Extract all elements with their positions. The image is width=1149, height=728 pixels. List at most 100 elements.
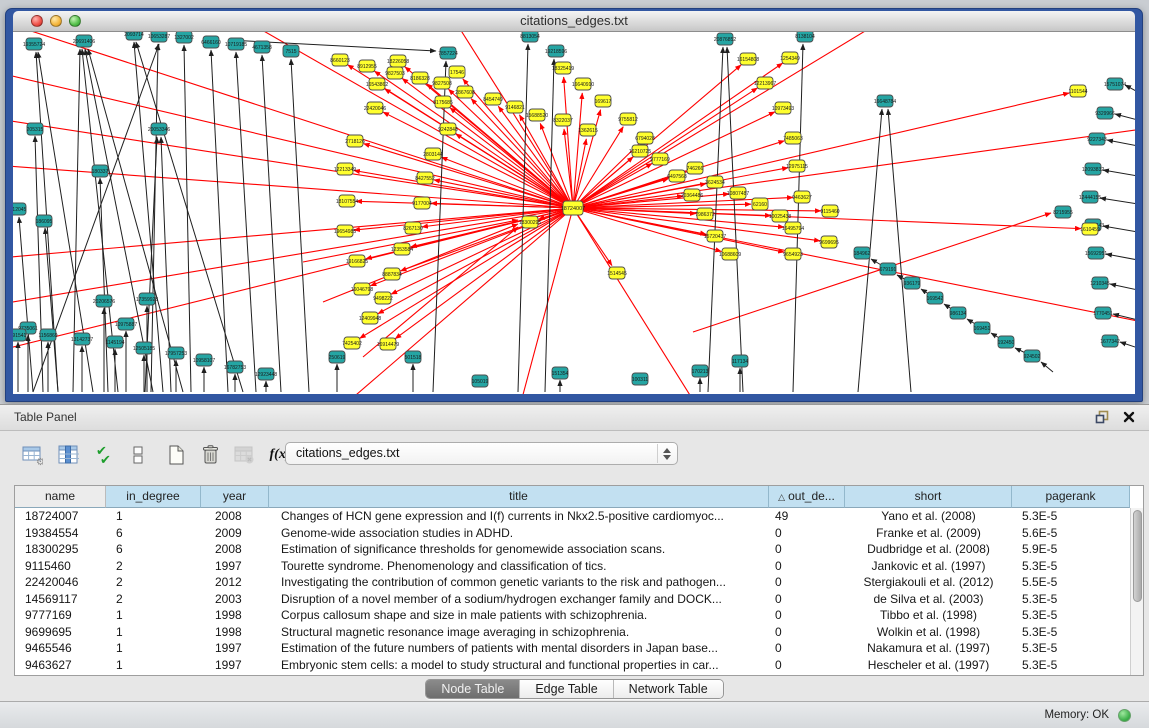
graph-node-12213967[interactable]: 12213967 <box>754 77 776 89</box>
cell-pagerank[interactable]: 5.9E-5 <box>1012 541 1130 558</box>
graph-node-9654923[interactable]: 9654923 <box>783 248 803 260</box>
cell-name[interactable]: 14569117 <box>15 591 106 608</box>
graph-node-8454749[interactable]: 8454749 <box>483 93 503 105</box>
cell-title[interactable]: Corpus callosum shape and size in male p… <box>269 607 769 624</box>
cell-out_degree[interactable]: 0 <box>769 640 845 657</box>
graph-node-6794028[interactable]: 6794028 <box>635 132 655 144</box>
window-titlebar[interactable]: citations_edges.txt <box>13 11 1135 32</box>
cell-pagerank[interactable]: 5.6E-5 <box>1012 525 1130 542</box>
cell-name[interactable]: 9115460 <box>15 558 106 575</box>
graph-node-7986372[interactable]: 7986372 <box>695 208 715 220</box>
column-header-year[interactable]: year <box>201 486 269 508</box>
graph-node-16648784[interactable]: 16648784 <box>874 95 896 107</box>
graph-node-100311[interactable]: 100311 <box>632 373 649 385</box>
graph-node-1514545[interactable]: 1514545 <box>607 267 627 279</box>
cell-name[interactable]: 22420046 <box>15 574 106 591</box>
cell-out_degree[interactable]: 0 <box>769 558 845 575</box>
cell-year[interactable]: 1997 <box>201 640 269 657</box>
graph-node-9463627[interactable]: 9463627 <box>792 191 812 203</box>
graph-node-8267130[interactable]: 8267130 <box>403 222 423 234</box>
graph-node-10719185[interactable]: 10719185 <box>225 38 247 50</box>
cell-in_degree[interactable]: 1 <box>106 508 201 525</box>
cell-title[interactable]: Estimation of the future numbers of pati… <box>269 640 769 657</box>
cell-short[interactable]: Wolkin et al. (1998) <box>845 624 1012 641</box>
graph-node-19218596[interactable]: 19218596 <box>545 45 567 57</box>
cell-title[interactable]: Tourette syndrome. Phenomenology and cla… <box>269 558 769 575</box>
graph-node-12505185[interactable]: 12505185 <box>133 342 155 354</box>
column-header-pagerank[interactable]: pagerank <box>1012 486 1130 508</box>
graph-node-9755812[interactable]: 9755812 <box>618 113 638 125</box>
cell-year[interactable]: 1997 <box>201 558 269 575</box>
cell-short[interactable]: Yano et al. (2008) <box>845 508 1012 525</box>
graph-node-105019[interactable]: 105019 <box>472 375 489 387</box>
cell-short[interactable]: Hescheler et al. (1997) <box>845 657 1012 674</box>
graph-node-2718126[interactable]: 2718126 <box>345 135 365 147</box>
graph-node-9242848[interactable]: 9242848 <box>438 123 458 135</box>
graph-node-169451[interactable]: 169451 <box>974 322 991 334</box>
graph-node-15688520[interactable]: 15688520 <box>526 109 548 121</box>
graph-node-6497568[interactable]: 6497568 <box>667 170 687 182</box>
graph-node-16154808[interactable]: 16154808 <box>737 53 759 65</box>
column-header-out_degree[interactable]: △out_de... <box>769 486 845 508</box>
graph-node-16543862[interactable]: 16543862 <box>366 78 388 90</box>
graph-node-1145194[interactable]: 1145194 <box>105 336 124 348</box>
graph-node-20206576[interactable]: 20206576 <box>93 295 115 307</box>
cell-short[interactable]: Nakamura et al. (1997) <box>845 640 1012 657</box>
graph-node-170213[interactable]: 170213 <box>692 365 709 377</box>
graph-node-17957253[interactable]: 17957253 <box>165 347 187 359</box>
deselect-all-rows-icon[interactable] <box>124 441 152 469</box>
cell-name[interactable]: 9777169 <box>15 607 106 624</box>
graph-node-12444155[interactable]: 12444155 <box>1079 191 1101 203</box>
graph-node-7485063[interactable]: 7485063 <box>783 132 803 144</box>
table-row[interactable]: 911546021997Tourette syndrome. Phenomeno… <box>15 558 1130 575</box>
graph-node-12923448[interactable]: 12923448 <box>255 368 277 380</box>
delete-columns-icon[interactable] <box>196 441 224 469</box>
cell-out_degree[interactable]: 0 <box>769 525 845 542</box>
cell-pagerank[interactable]: 5.3E-5 <box>1012 508 1130 525</box>
cell-short[interactable]: Dudbridge et al. (2008) <box>845 541 1012 558</box>
cell-year[interactable]: 1998 <box>201 624 269 641</box>
graph-node-3624534[interactable]: 3624534 <box>705 176 725 188</box>
graph-node-9146821[interactable]: 9146821 <box>505 101 525 113</box>
cell-in_degree[interactable]: 6 <box>106 525 201 542</box>
select-all-rows-icon[interactable]: ✔✔ <box>90 441 118 469</box>
cell-short[interactable]: Jankovic et al. (1997) <box>845 558 1012 575</box>
graph-node-20876852[interactable]: 20876852 <box>714 33 736 45</box>
graph-node-19654985[interactable]: 19654985 <box>334 225 356 237</box>
graph-node-1156869[interactable]: 1156869 <box>38 329 57 341</box>
graph-node-13142737[interactable]: 13142737 <box>71 333 93 345</box>
float-panel-icon[interactable] <box>1095 410 1109 424</box>
cell-name[interactable]: 18300295 <box>15 541 106 558</box>
graph-node-117134[interactable]: 117134 <box>732 355 749 367</box>
column-header-in_degree[interactable]: in_degree <box>106 486 201 508</box>
graph-node-8912955[interactable]: 8912955 <box>357 60 377 72</box>
graph-node-10973493[interactable]: 10973493 <box>772 102 794 114</box>
graph-node-9699695[interactable]: 9699695 <box>819 236 839 248</box>
column-header-title[interactable]: title <box>269 486 769 508</box>
graph-node-18226058[interactable]: 18226058 <box>387 55 409 67</box>
graph-node-7857224[interactable]: 7857224 <box>438 47 458 59</box>
cell-short[interactable]: Franke et al. (2009) <box>845 525 1012 542</box>
cell-in_degree[interactable]: 1 <box>106 607 201 624</box>
cell-short[interactable]: Tibbo et al. (1998) <box>845 607 1012 624</box>
graph-node-12213349[interactable]: 12213349 <box>334 163 356 175</box>
close-window-button[interactable] <box>31 15 43 27</box>
cell-in_degree[interactable]: 2 <box>106 591 201 608</box>
graph-node-8215955[interactable]: 8215955 <box>1053 206 1073 218</box>
graph-node-22420046[interactable]: 22420046 <box>364 102 386 114</box>
select-columns-icon[interactable] <box>54 441 82 469</box>
cell-name[interactable]: 9463627 <box>15 657 106 674</box>
graph-node-12409948[interactable]: 12409948 <box>359 312 381 324</box>
graph-node-746266[interactable]: 746266 <box>687 162 704 174</box>
graph-node-2867608[interactable]: 2867608 <box>455 86 475 98</box>
cell-title[interactable]: Estimation of significance thresholds fo… <box>269 541 769 558</box>
table-row[interactable]: 1872400712008Changes of HCN gene express… <box>15 508 1130 525</box>
graph-node-2803144[interactable]: 2803144 <box>423 148 443 160</box>
graph-node-10807487[interactable]: 10807487 <box>727 187 749 199</box>
graph-node-10025438[interactable]: 10025438 <box>769 210 791 222</box>
graph-node-8322037[interactable]: 8322037 <box>553 114 573 126</box>
graph-node-9329966[interactable]: 9329966 <box>1095 107 1115 119</box>
cell-pagerank[interactable]: 5.3E-5 <box>1012 624 1130 641</box>
cell-in_degree[interactable]: 1 <box>106 624 201 641</box>
graph-node-4671358[interactable]: 4671358 <box>252 41 272 53</box>
